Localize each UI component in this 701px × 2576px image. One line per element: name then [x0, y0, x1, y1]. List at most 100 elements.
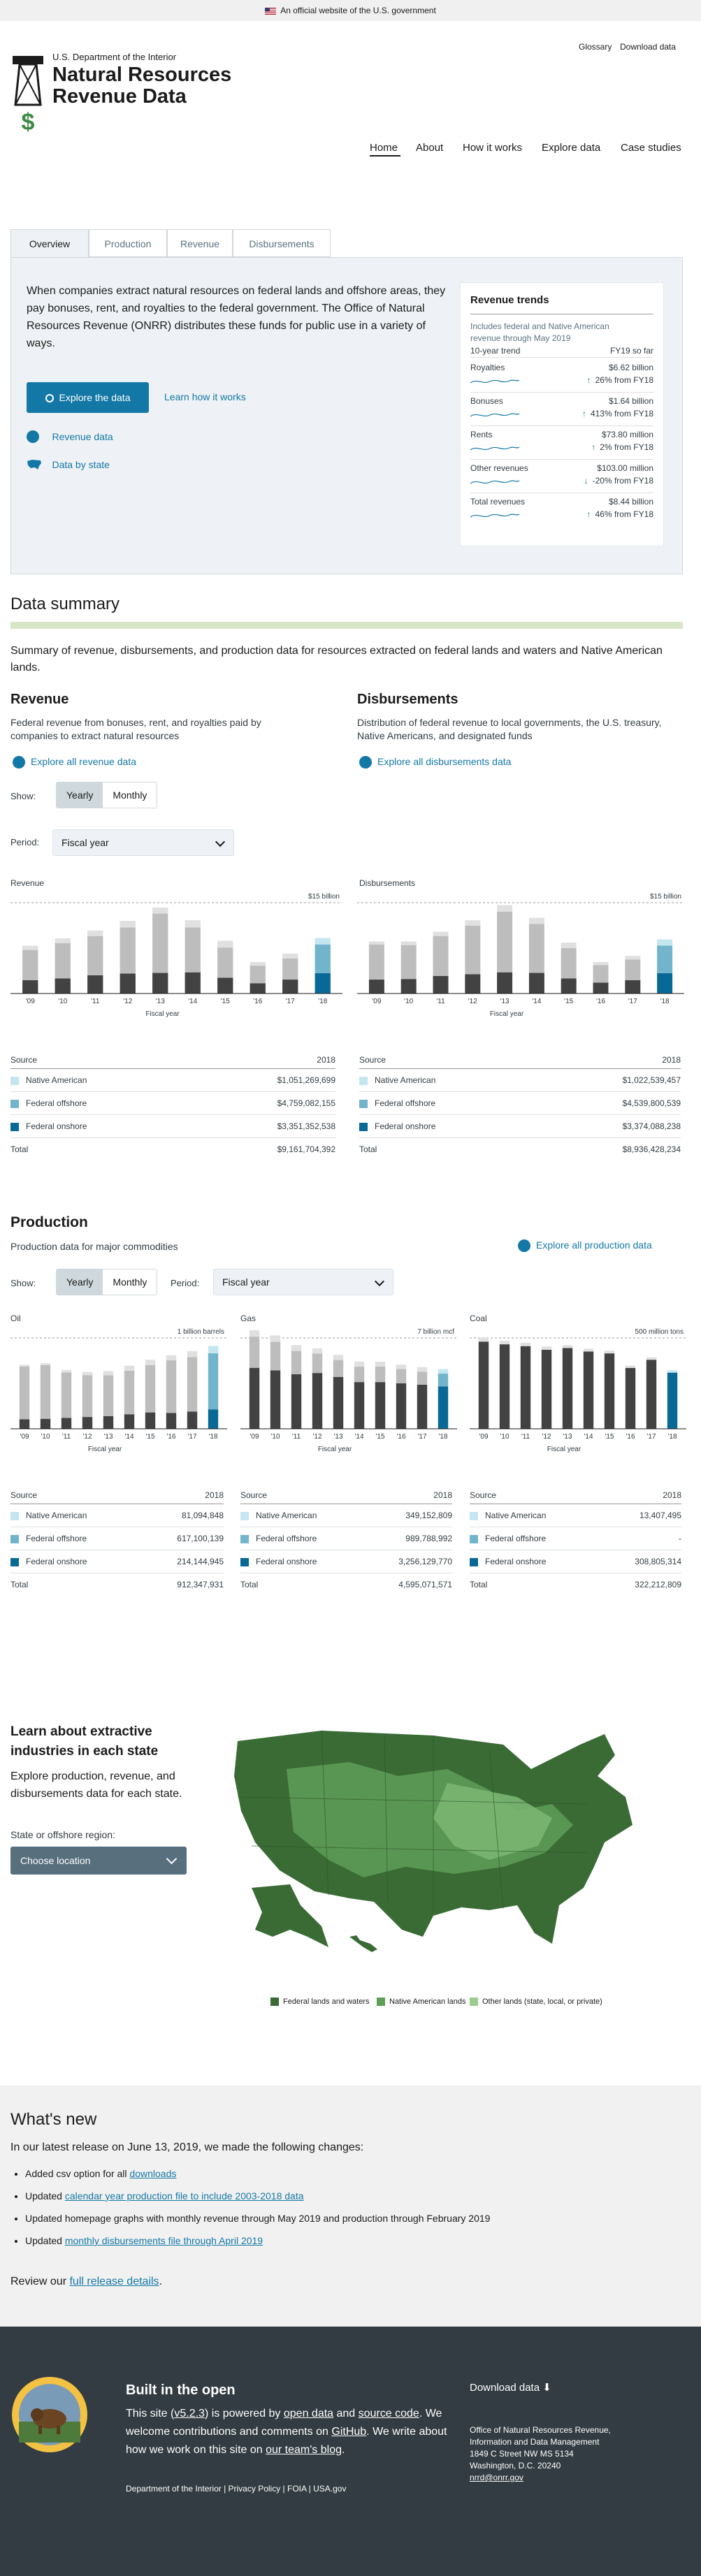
- bar-segment: [312, 1348, 323, 1354]
- bar-segment: [166, 1355, 177, 1360]
- max-label: $15 billion: [650, 893, 681, 901]
- disbursements-chart-title: Disbursements: [359, 878, 416, 888]
- footer-links[interactable]: Department of the Interior | Privacy Pol…: [126, 2484, 346, 2494]
- tab-production[interactable]: Production: [89, 229, 167, 257]
- github-link[interactable]: GitHub: [331, 2426, 366, 2438]
- bar-segment: [657, 945, 673, 973]
- glossary-link[interactable]: Glossary: [579, 42, 612, 52]
- bar-segment: [291, 1351, 302, 1374]
- tick-label: '09: [250, 1433, 259, 1441]
- legend-swatch: [470, 1511, 478, 1520]
- tab-overview[interactable]: Overview: [10, 229, 89, 258]
- bar-segment: [646, 1357, 657, 1360]
- release-details-link[interactable]: full release details: [69, 2276, 159, 2287]
- production-period-select[interactable]: Fiscal year: [213, 1269, 393, 1295]
- bar-segment: [417, 1371, 428, 1385]
- bar-segment: [646, 1360, 657, 1429]
- whats-new-link[interactable]: downloads: [129, 2168, 176, 2179]
- whats-new-link[interactable]: monthly disbursements file through April…: [65, 2235, 263, 2246]
- bar-segment: [103, 1375, 114, 1416]
- nav-explore-data[interactable]: Explore data: [542, 142, 600, 154]
- bar-segment: [82, 1417, 93, 1429]
- version-link[interactable]: v5.2.3: [174, 2408, 205, 2419]
- arrow-up-icon: ↑: [586, 509, 591, 519]
- source-code-link[interactable]: source code: [359, 2408, 419, 2419]
- yearly-button[interactable]: Yearly: [57, 783, 103, 808]
- tick-label: '18: [208, 1433, 217, 1441]
- bar-segment: [145, 1360, 156, 1365]
- hawaii[interactable]: [349, 1935, 377, 1952]
- legend-other: Other lands (state, local, or private): [470, 1998, 602, 2007]
- footer-download-link[interactable]: Download data ⬇: [470, 2381, 551, 2394]
- trend-value: $6.62 billion: [608, 363, 653, 372]
- monthly-button[interactable]: Monthly: [103, 783, 157, 808]
- trend-name: Bonuses: [470, 396, 503, 406]
- us-map[interactable]: [224, 1727, 657, 1972]
- bar-segment: [185, 927, 201, 973]
- email-link[interactable]: nrrd@onrr.gov: [470, 2473, 523, 2482]
- revenue-data-link[interactable]: Revenue data: [27, 430, 113, 443]
- blog-link[interactable]: our team's blog: [266, 2444, 342, 2456]
- nav-case-studies[interactable]: Case studies: [621, 142, 681, 154]
- oil-derrick-icon: $: [13, 56, 43, 134]
- explore-revenue-link[interactable]: Explore all revenue data: [13, 756, 136, 769]
- open-data-link[interactable]: open data: [284, 2408, 333, 2419]
- bar-segment: [291, 1345, 302, 1351]
- legend-swatch: [10, 1511, 19, 1520]
- bar-segment: [270, 1341, 281, 1371]
- legend-federal: Federal lands and waters: [270, 1998, 370, 2007]
- footer: Built in the open This site (v5.2.3) is …: [0, 2327, 701, 2576]
- tab-revenue[interactable]: Revenue: [167, 229, 233, 257]
- learn-how-link[interactable]: Learn how it works: [164, 391, 246, 402]
- trends-col-trend: 10-year trend: [470, 346, 521, 356]
- explore-icon: [45, 394, 54, 403]
- whats-new-link[interactable]: calendar year production file to include…: [65, 2190, 304, 2202]
- trend-value: $103.00 million: [597, 463, 653, 473]
- bar-segment: [368, 941, 384, 945]
- bar-segment: [561, 943, 577, 948]
- whats-new-list: Added csv option for all downloadsUpdate…: [13, 2162, 490, 2252]
- nav-how-it-works[interactable]: How it works: [463, 142, 522, 154]
- tick-label: '10: [404, 998, 413, 1005]
- bar-segment: [528, 917, 544, 924]
- legend-swatch: [377, 1998, 385, 2007]
- revenue-chart-title: Revenue: [10, 878, 45, 888]
- tick-label: '12: [82, 1433, 92, 1441]
- revenue-chart: $15 billion '09 '10 '11 '12 '13 '14 '15 '16 '17 '1…: [10, 893, 342, 1018]
- bar-segment: [166, 1360, 177, 1413]
- production-period-label: Period:: [171, 1278, 200, 1288]
- tick-label: '13: [563, 1433, 572, 1441]
- site-name[interactable]: Natural Resources Revenue Data: [52, 64, 231, 108]
- bar-segment: [208, 1353, 219, 1410]
- table-header: Source 2018: [240, 1487, 452, 1504]
- tab-disbursements[interactable]: Disbursements: [233, 229, 331, 257]
- table-header: Source 2018: [10, 1487, 224, 1504]
- explore-data-button[interactable]: Explore the data: [27, 382, 149, 413]
- production-monthly-button[interactable]: Monthly: [103, 1269, 157, 1295]
- nav-about[interactable]: About: [416, 142, 443, 154]
- trend-value: $1.64 billion: [608, 396, 653, 406]
- bar-segment: [583, 1351, 594, 1429]
- nav-home[interactable]: Home: [370, 142, 398, 154]
- tick-label: '14: [584, 1433, 593, 1441]
- revenue-title: Revenue: [10, 692, 69, 707]
- bar-segment: [22, 949, 38, 980]
- legend-swatch: [10, 1534, 19, 1543]
- legend-swatch: [10, 1076, 19, 1085]
- data-by-state-link[interactable]: Data by state: [27, 458, 110, 471]
- legend-swatch: [240, 1534, 249, 1543]
- period-select[interactable]: Fiscal year: [52, 829, 234, 856]
- table-row: Native American $1,022,539,457: [359, 1069, 681, 1092]
- production-yearly-button[interactable]: Yearly: [57, 1269, 103, 1295]
- tick-label: '14: [188, 998, 197, 1005]
- bar-segment: [528, 924, 544, 973]
- bar-segment: [433, 931, 449, 936]
- bar-segment: [333, 1355, 344, 1360]
- explore-disbursements-link[interactable]: Explore all disbursements data: [359, 756, 511, 769]
- bar-segment: [61, 1372, 72, 1418]
- explore-production-link[interactable]: Explore all production data: [518, 1239, 652, 1253]
- download-data-link[interactable]: Download data: [620, 42, 676, 52]
- alaska[interactable]: [252, 1884, 328, 1947]
- state-select[interactable]: Choose location: [10, 1847, 187, 1875]
- bar-segment: [625, 959, 641, 980]
